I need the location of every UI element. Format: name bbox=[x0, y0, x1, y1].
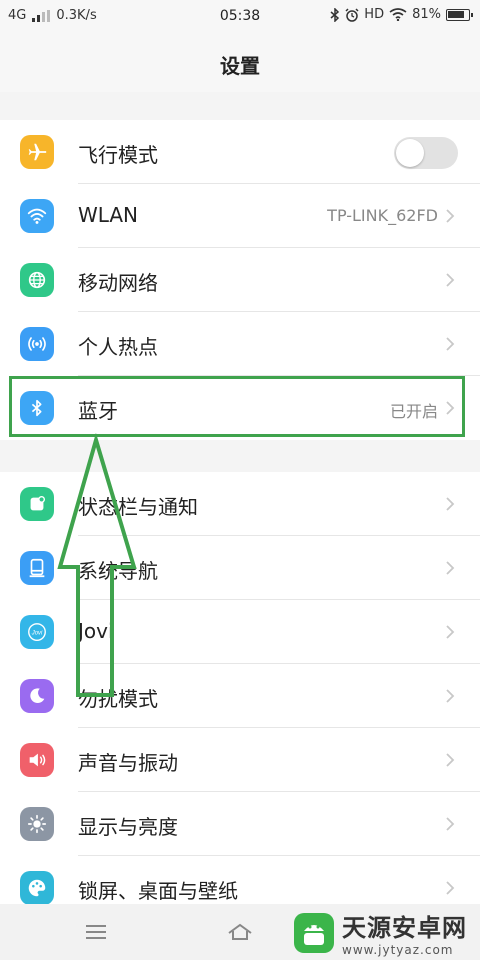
settings-row-label: 勿扰模式 bbox=[78, 687, 158, 711]
airplane-mode-toggle[interactable] bbox=[394, 137, 458, 169]
navigation-icon bbox=[20, 551, 54, 585]
settings-row-brightness[interactable]: 显示与亮度 bbox=[0, 792, 480, 856]
settings-row-speaker[interactable]: 声音与振动 bbox=[0, 728, 480, 792]
settings-row-navigation[interactable]: 系统导航 bbox=[0, 536, 480, 600]
chevron-right-icon bbox=[446, 209, 455, 223]
battery-fill bbox=[448, 10, 465, 18]
palette-icon bbox=[20, 871, 54, 905]
wifi-status-icon bbox=[389, 8, 407, 21]
hd-indicator: HD bbox=[364, 7, 385, 22]
chevron-right-icon bbox=[446, 881, 455, 895]
hotspot-icon bbox=[20, 327, 54, 361]
settings-row-moon[interactable]: 勿扰模式 bbox=[0, 664, 480, 728]
settings-row-label: 状态栏与通知 bbox=[78, 495, 198, 519]
airplane-icon bbox=[20, 135, 54, 169]
speaker-icon bbox=[20, 743, 54, 777]
home-icon[interactable] bbox=[226, 918, 254, 946]
chevron-right-icon bbox=[446, 817, 455, 831]
globe-icon bbox=[20, 263, 54, 297]
wifi-icon bbox=[20, 199, 54, 233]
settings-row-label: 移动网络 bbox=[78, 271, 158, 295]
settings-row-label: 系统导航 bbox=[78, 559, 158, 583]
settings-row-label: 锁屏、桌面与壁纸 bbox=[78, 879, 238, 903]
settings-row-globe[interactable]: 移动网络 bbox=[0, 248, 480, 312]
chevron-right-icon bbox=[446, 497, 455, 511]
status-bar: 4G 0.3K/s 05:38 HD 81% bbox=[0, 0, 480, 34]
moon-icon bbox=[20, 679, 54, 713]
watermark-name: 天源安卓网 bbox=[342, 914, 467, 942]
chevron-right-icon bbox=[446, 753, 455, 767]
chevron-right-icon bbox=[446, 273, 455, 287]
settings-row-value: TP-LINK_62FD bbox=[327, 206, 438, 225]
settings-row-jovi[interactable]: Jovi Jovi bbox=[0, 600, 480, 664]
notification-icon bbox=[20, 487, 54, 521]
settings-row-hotspot[interactable]: 个人热点 bbox=[0, 312, 480, 376]
watermark-url: www.jytyaz.com bbox=[342, 943, 454, 957]
jovi-icon-text: Jovi bbox=[31, 630, 43, 636]
chevron-right-icon bbox=[446, 625, 455, 639]
jovi-icon: Jovi bbox=[20, 615, 54, 649]
settings-row-airplane[interactable]: 飞行模式 bbox=[0, 120, 480, 184]
menu-icon[interactable] bbox=[82, 918, 110, 946]
status-right: HD 81% bbox=[330, 7, 473, 22]
brightness-icon bbox=[20, 807, 54, 841]
settings-row-label: Jovi bbox=[78, 619, 114, 643]
watermark: 天源安卓网 www.jytyaz.com bbox=[292, 908, 467, 957]
settings-row-label: 声音与振动 bbox=[78, 751, 178, 775]
battery-percent: 81% bbox=[412, 7, 441, 22]
settings-row-label: 飞行模式 bbox=[78, 143, 158, 167]
settings-row-label: 个人热点 bbox=[78, 335, 158, 359]
page-title: 设置 bbox=[220, 54, 260, 78]
bluetooth-status-icon bbox=[330, 7, 340, 22]
chevron-right-icon bbox=[446, 337, 455, 351]
title-bar: 设置 bbox=[0, 34, 480, 92]
chevron-right-icon bbox=[446, 689, 455, 703]
android-logo-icon bbox=[294, 912, 334, 953]
settings-row-label: 显示与亮度 bbox=[78, 815, 178, 839]
settings-row-label: WLAN bbox=[78, 203, 139, 227]
bluetooth-highlight-box bbox=[9, 376, 465, 437]
settings-row-notification[interactable]: 状态栏与通知 bbox=[0, 472, 480, 536]
settings-row-wifi[interactable]: WLAN TP-LINK_62FD bbox=[0, 184, 480, 248]
battery-icon bbox=[446, 8, 473, 21]
alarm-icon bbox=[345, 7, 359, 22]
settings-group-system: 状态栏与通知 系统导航 Jovi Jovi 勿扰模式声音与振动显示与亮度锁屏、桌面与壁纸 bbox=[0, 472, 480, 920]
chevron-right-icon bbox=[446, 561, 455, 575]
toggle-knob bbox=[396, 139, 424, 167]
